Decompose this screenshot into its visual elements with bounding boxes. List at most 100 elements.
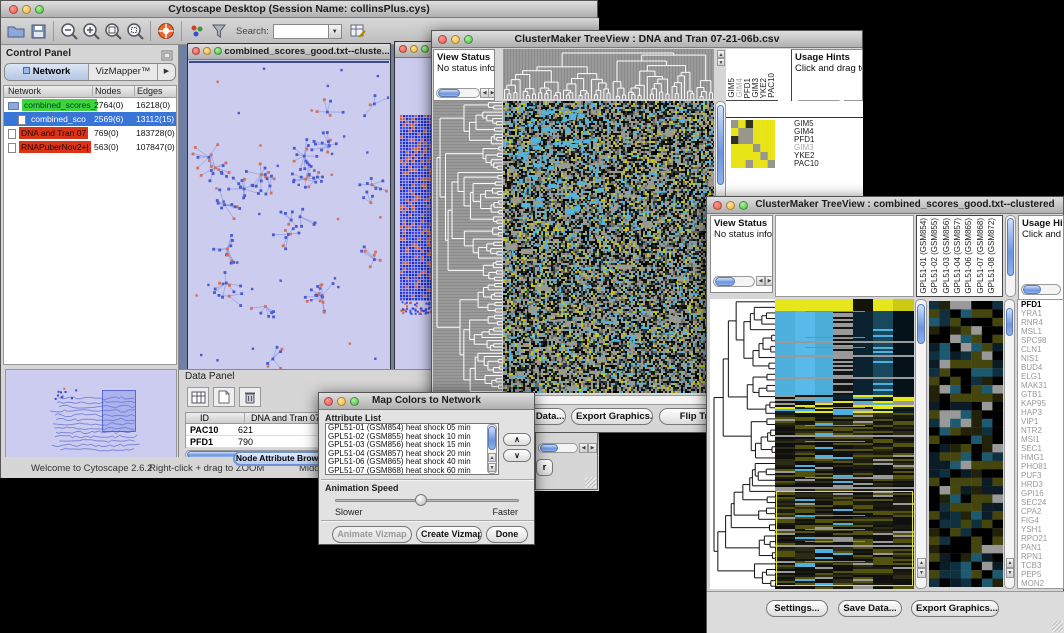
move-up-button[interactable]: ∧ xyxy=(503,433,531,446)
clipped-button[interactable]: r xyxy=(536,459,553,476)
gene-label[interactable]: VIP1 xyxy=(1018,417,1063,426)
scroll-left-icon[interactable]: ◀ xyxy=(579,443,588,453)
usage-hscroll-thumb[interactable] xyxy=(1023,285,1041,294)
search-input[interactable] xyxy=(273,24,329,39)
network-list-row[interactable]: combined_sco2569(6)13112(15) xyxy=(4,112,176,126)
gene-label[interactable]: MON2 xyxy=(1018,579,1063,588)
gene-label[interactable]: HMG1 xyxy=(1018,453,1063,462)
scroll-up-icon[interactable]: ▲ xyxy=(917,558,926,568)
gene-label[interactable]: HRD3 xyxy=(1018,480,1063,489)
attribute-listbox[interactable]: GPL51-01 (GSM854) heat shock 05 minGPL51… xyxy=(325,423,499,475)
filter-funnel-icon[interactable] xyxy=(208,20,230,42)
zoom-out-icon[interactable] xyxy=(58,20,80,42)
gene-label[interactable]: MSL1 xyxy=(1018,327,1063,336)
gene-label[interactable]: PEP5 xyxy=(1018,570,1063,579)
scroll-down-icon[interactable]: ▼ xyxy=(488,463,496,472)
treeview2-gene-list[interactable]: PFD1YRA1RNR4MSL1SPC98CLN1NIS1BUD4ELG1MAK… xyxy=(1017,299,1064,589)
col-edges[interactable]: Edges xyxy=(134,86,163,96)
vscroll-thumb[interactable] xyxy=(1007,218,1014,276)
settings-button[interactable]: Settings... xyxy=(766,600,828,617)
zoom-button[interactable] xyxy=(421,45,429,53)
gene-label[interactable]: SEC24 xyxy=(1018,498,1063,507)
view-status-hscroll-thumb[interactable] xyxy=(438,89,460,97)
gene-label[interactable]: YRA1 xyxy=(1018,309,1063,318)
treeview2-row-dendrogram[interactable] xyxy=(710,299,775,589)
gene-label[interactable]: TCB3 xyxy=(1018,561,1063,570)
network-canvas[interactable] xyxy=(189,61,389,373)
treeview2-zoom-heatmap[interactable] xyxy=(929,301,1003,587)
treeview2-vscrollbar[interactable]: ▲ ▼ xyxy=(915,299,927,589)
network-list-row[interactable]: RNAPuberNov2+|563(0)107847(0) xyxy=(4,140,176,154)
export-graphics-button[interactable]: Export Graphics... xyxy=(571,408,653,425)
treeview1-heatmap[interactable] xyxy=(503,101,714,393)
gene-label[interactable]: ELG1 xyxy=(1018,372,1063,381)
open-file-icon[interactable] xyxy=(5,20,27,42)
select-attributes-icon[interactable] xyxy=(187,387,209,407)
scroll-down-icon[interactable]: ▼ xyxy=(917,568,926,578)
speed-slider-thumb[interactable] xyxy=(415,494,427,506)
vscroll-thumb[interactable] xyxy=(717,105,724,185)
gene-label[interactable]: MSI1 xyxy=(1018,435,1063,444)
scroll-down-icon[interactable]: ▼ xyxy=(1006,568,1014,578)
search-dropdown-arrow[interactable]: ▼ xyxy=(329,24,342,39)
attribute-list-scrollbar[interactable]: ▲ ▼ xyxy=(487,424,497,474)
resize-grip[interactable] xyxy=(585,477,596,488)
save-data-button[interactable]: Save Data... xyxy=(838,600,902,617)
gene-label[interactable]: RPO21 xyxy=(1018,534,1063,543)
hscroll-thumb[interactable] xyxy=(540,444,558,452)
create-vizmap-button[interactable]: Create Vizmap xyxy=(416,526,482,543)
animate-vizmap-button[interactable]: Animate Vizmap xyxy=(332,526,412,543)
tab-network[interactable]: Network xyxy=(5,64,89,80)
close-button[interactable] xyxy=(399,45,407,53)
gene-label[interactable]: GTB1 xyxy=(1018,390,1063,399)
network-list-row[interactable]: combined_scores_2764(0)16218(0) xyxy=(4,98,176,112)
col-network[interactable]: Network xyxy=(8,86,41,96)
scroll-left-icon[interactable]: ◀ xyxy=(756,276,765,286)
minimize-button[interactable] xyxy=(410,45,418,53)
network-overview-canvas[interactable] xyxy=(5,369,177,459)
gene-label[interactable]: CPA2 xyxy=(1018,507,1063,516)
gene-label[interactable]: GPI16 xyxy=(1018,489,1063,498)
gene-label[interactable]: KAP95 xyxy=(1018,399,1063,408)
gene-label[interactable]: CLN1 xyxy=(1018,345,1063,354)
view-status-hscroll-thumb[interactable] xyxy=(715,277,735,286)
new-attribute-icon[interactable] xyxy=(213,387,235,407)
treeview1-column-dendrogram[interactable] xyxy=(503,49,714,99)
help-lifering-icon[interactable] xyxy=(155,20,177,42)
gene-label[interactable]: BUD4 xyxy=(1018,363,1063,372)
treeview1-row-dendrogram[interactable] xyxy=(433,101,502,393)
scroll-up-icon[interactable]: ▲ xyxy=(1006,558,1014,568)
zoom-vscrollbar[interactable]: ▲ ▼ xyxy=(1004,299,1015,589)
network-list-row[interactable]: DNA and Tran 07769(0)183728(0) xyxy=(4,126,176,140)
gene-label[interactable]: MAK31 xyxy=(1018,381,1063,390)
gene-label[interactable]: SEC1 xyxy=(1018,444,1063,453)
col-nodes[interactable]: Nodes xyxy=(92,86,121,96)
col-label-vscrollbar[interactable] xyxy=(1005,215,1016,297)
tab-vizmapper[interactable]: VizMapper™ xyxy=(89,64,157,80)
scroll-right-icon[interactable]: ▶ xyxy=(588,443,597,453)
export-graphics-button[interactable]: Export Graphics... xyxy=(911,600,999,617)
gene-label[interactable]: HAP3 xyxy=(1018,408,1063,417)
treeview2-heatmap[interactable] xyxy=(775,299,914,589)
attr-scroll-thumb[interactable] xyxy=(488,426,496,450)
gene-label[interactable]: NTR2 xyxy=(1018,426,1063,435)
main-titlebar[interactable]: Cytoscape Desktop (Session Name: collins… xyxy=(1,1,597,18)
gene-label[interactable]: NIS1 xyxy=(1018,354,1063,363)
gene-label[interactable]: PAN1 xyxy=(1018,543,1063,552)
speed-slider-track[interactable] xyxy=(335,499,519,502)
gene-label[interactable]: RPN1 xyxy=(1018,552,1063,561)
gene-label[interactable]: PFD1 xyxy=(1018,300,1063,309)
vscroll-thumb[interactable] xyxy=(1006,308,1013,336)
gene-label[interactable]: RNR4 xyxy=(1018,318,1063,327)
scroll-down-icon[interactable]: ▼ xyxy=(717,58,725,66)
vizmap-nodes-icon[interactable] xyxy=(186,20,208,42)
scroll-up-icon[interactable]: ▲ xyxy=(717,50,725,58)
gene-label[interactable]: YSH1 xyxy=(1018,525,1063,534)
tab-overflow-arrow[interactable]: ▶ xyxy=(157,64,175,80)
gene-label[interactable]: FIG4 xyxy=(1018,516,1063,525)
gene-label[interactable]: PHO81 xyxy=(1018,462,1063,471)
delete-attribute-trash-icon[interactable] xyxy=(239,387,261,407)
gene-label[interactable]: PUF3 xyxy=(1018,471,1063,480)
vscroll-thumb[interactable] xyxy=(917,304,925,344)
move-down-button[interactable]: ∨ xyxy=(503,449,531,462)
